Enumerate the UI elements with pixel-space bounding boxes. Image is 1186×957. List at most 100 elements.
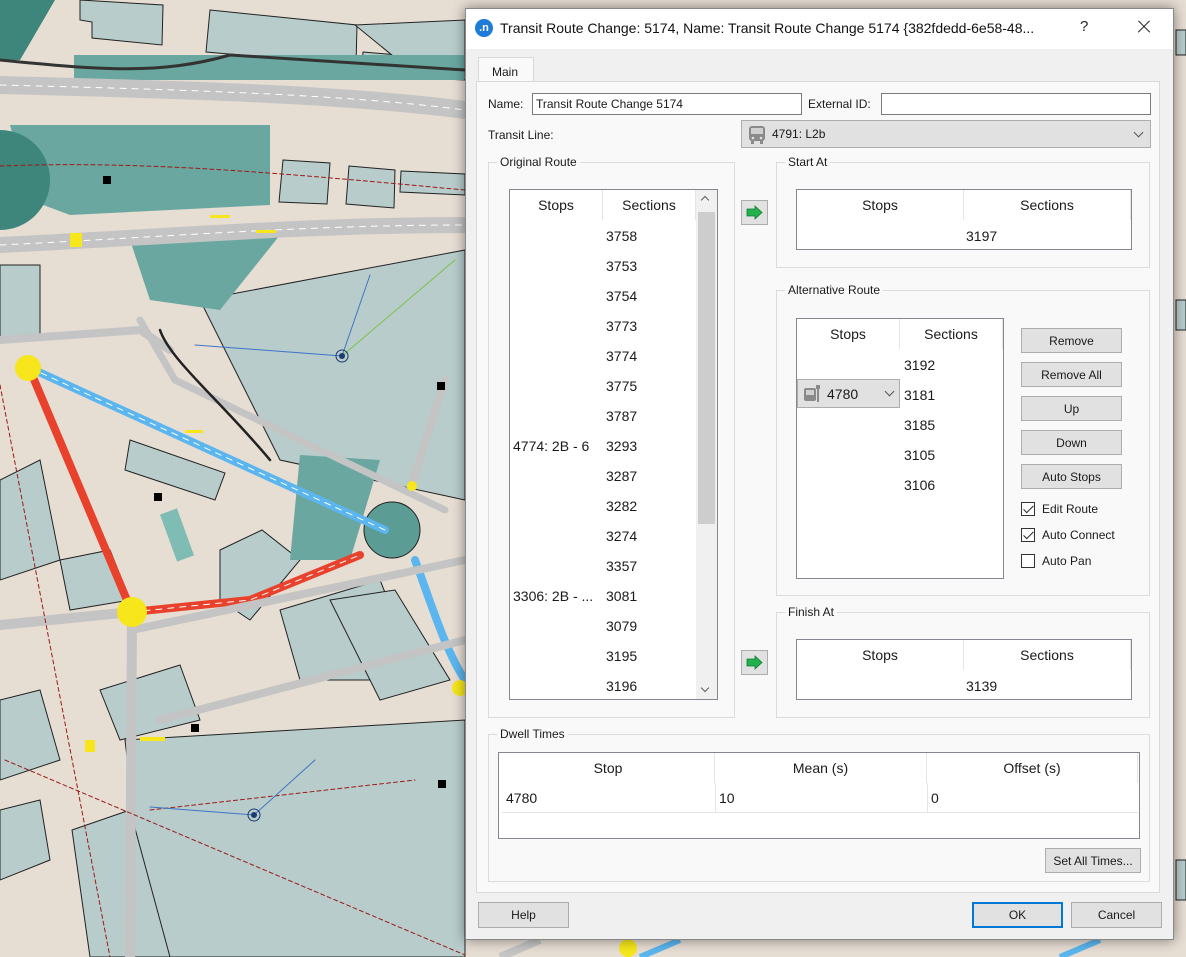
original-route-section-cell[interactable]: 3287	[606, 468, 637, 484]
column-header-mean[interactable]: Mean (s)	[715, 753, 927, 783]
dwell-stop-cell[interactable]: 4780	[506, 790, 537, 806]
original-route-section-cell[interactable]: 3357	[606, 558, 637, 574]
set-all-times-button[interactable]: Set All Times...	[1045, 848, 1141, 873]
finish-at-table[interactable]: Stops Sections 3139	[796, 639, 1132, 700]
transit-line-select[interactable]: 4791: L2b	[741, 120, 1151, 148]
external-id-label: External ID:	[808, 97, 871, 111]
auto-pan-label[interactable]: Auto Pan	[1042, 554, 1091, 568]
up-button[interactable]: Up	[1021, 396, 1122, 421]
finish-at-header: Stops Sections	[797, 640, 1131, 670]
dwell-times-row[interactable]: 4780 10 0	[502, 783, 1138, 813]
green-arrow-right-icon	[746, 205, 763, 220]
main-tab-panel: Name: Transit Route Change 5174 External…	[476, 81, 1160, 893]
tab-main[interactable]: Main	[478, 57, 534, 82]
original-route-table[interactable]: Stops Sections 3758 3753 3754 3773 3774 3775 3…	[509, 189, 718, 700]
column-header-offset[interactable]: Offset (s)	[927, 753, 1138, 783]
original-route-section-cell[interactable]: 3775	[606, 378, 637, 394]
edit-route-label[interactable]: Edit Route	[1042, 502, 1098, 516]
chevron-down-icon	[1133, 127, 1144, 138]
scroll-down-arrow-icon[interactable]	[696, 682, 717, 699]
original-route-section-cell[interactable]: 3787	[606, 408, 637, 424]
scrollbar-thumb[interactable]	[698, 212, 715, 524]
remove-all-button[interactable]: Remove All	[1021, 362, 1122, 387]
alternative-route-table[interactable]: Stops Sections 3192 3181 3185 3105 3106 4780	[796, 318, 1004, 579]
dwell-offset-cell[interactable]: 0	[931, 790, 939, 806]
auto-connect-checkbox[interactable]	[1021, 528, 1035, 542]
dwell-times-table[interactable]: Stop Mean (s) Offset (s) 4780 10 0	[498, 752, 1140, 839]
auto-connect-label[interactable]: Auto Connect	[1042, 528, 1115, 542]
transit-line-label: Transit Line:	[488, 128, 554, 142]
original-route-group: Original Route Stops Sections 3758 3753 37…	[488, 155, 735, 718]
copy-to-finish-button[interactable]	[741, 650, 768, 675]
column-header-sections[interactable]: Sections	[603, 190, 696, 220]
finish-at-group: Finish At Stops Sections 3139	[776, 605, 1150, 718]
ok-button[interactable]: OK	[972, 902, 1063, 928]
original-route-section-cell[interactable]: 3758	[606, 228, 637, 244]
alternative-route-section-cell[interactable]: 3192	[904, 357, 935, 373]
finish-at-section-cell[interactable]: 3139	[966, 678, 997, 694]
stop-select-value: 4780	[827, 386, 859, 402]
start-at-group: Start At Stops Sections 3197	[776, 155, 1150, 268]
external-id-field[interactable]	[881, 93, 1151, 115]
finish-at-title: Finish At	[785, 605, 838, 619]
column-header-stops[interactable]: Stops	[797, 319, 900, 349]
original-route-section-cell[interactable]: 3282	[606, 498, 637, 514]
alternative-route-group: Alternative Route Stops Sections 3192 318…	[776, 283, 1150, 596]
alternative-route-header: Stops Sections	[797, 319, 1003, 349]
start-at-title: Start At	[785, 155, 831, 169]
original-route-stop-cell[interactable]: 4774: 2B - 6	[513, 438, 589, 454]
original-route-section-cell[interactable]: 3195	[606, 648, 637, 664]
help-question-icon[interactable]: ?	[1080, 18, 1088, 35]
help-button[interactable]: Help	[478, 902, 569, 928]
column-header-stops[interactable]: Stops	[797, 190, 964, 220]
original-route-section-cell[interactable]: 3274	[606, 528, 637, 544]
app-logo-icon: .n	[475, 19, 493, 37]
copy-to-start-button[interactable]	[741, 200, 768, 225]
original-route-section-cell[interactable]: 3293	[606, 438, 637, 454]
auto-stops-button[interactable]: Auto Stops	[1021, 464, 1122, 489]
title-bar[interactable]: .n Transit Route Change: 5174, Name: Tra…	[466, 9, 1173, 49]
original-route-section-cell[interactable]: 3754	[606, 288, 637, 304]
original-route-section-cell[interactable]: 3774	[606, 348, 637, 364]
original-route-scrollbar[interactable]	[696, 190, 717, 699]
green-arrow-right-icon	[746, 655, 763, 670]
chevron-down-icon	[884, 386, 895, 397]
start-at-table[interactable]: Stops Sections 3197	[796, 189, 1132, 250]
column-header-sections[interactable]: Sections	[900, 319, 1003, 349]
column-header-stop[interactable]: Stop	[502, 753, 715, 783]
column-header-stops[interactable]: Stops	[510, 190, 603, 220]
edit-route-checkbox[interactable]	[1021, 502, 1035, 516]
stop-select-4780[interactable]: 4780	[797, 379, 900, 408]
bus-icon	[749, 126, 765, 144]
original-route-stop-cell[interactable]: 3306: 2B - ...	[513, 588, 593, 604]
original-route-section-cell[interactable]: 3753	[606, 258, 637, 274]
auto-pan-checkbox[interactable]	[1021, 554, 1035, 568]
column-header-sections[interactable]: Sections	[964, 640, 1131, 670]
original-route-section-cell[interactable]: 3081	[606, 588, 637, 604]
dwell-mean-cell[interactable]: 10	[719, 790, 735, 806]
alternative-route-section-cell[interactable]: 3181	[904, 387, 935, 403]
original-route-section-cell[interactable]: 3773	[606, 318, 637, 334]
start-at-header: Stops Sections	[797, 190, 1131, 220]
original-route-section-cell[interactable]: 3196	[606, 678, 637, 694]
alternative-route-section-cell[interactable]: 3105	[904, 447, 935, 463]
dwell-times-header: Stop Mean (s) Offset (s)	[502, 753, 1139, 783]
alternative-route-section-cell[interactable]: 3106	[904, 477, 935, 493]
bus-stop-icon	[804, 385, 820, 402]
alternative-route-section-cell[interactable]: 3185	[904, 417, 935, 433]
dwell-times-group: Dwell Times Stop Mean (s) Offset (s) 478…	[488, 727, 1150, 882]
close-icon[interactable]	[1132, 15, 1156, 39]
start-at-section-cell[interactable]: 3197	[966, 228, 997, 244]
original-route-title: Original Route	[497, 155, 580, 169]
remove-button[interactable]: Remove	[1021, 328, 1122, 353]
name-field[interactable]: Transit Route Change 5174	[532, 93, 802, 115]
alternative-route-title: Alternative Route	[785, 283, 884, 297]
window-title: Transit Route Change: 5174, Name: Transi…	[500, 20, 1035, 36]
scroll-up-arrow-icon[interactable]	[696, 190, 717, 207]
transit-route-change-dialog: .n Transit Route Change: 5174, Name: Tra…	[465, 8, 1174, 940]
down-button[interactable]: Down	[1021, 430, 1122, 455]
cancel-button[interactable]: Cancel	[1071, 902, 1162, 928]
column-header-sections[interactable]: Sections	[964, 190, 1131, 220]
original-route-section-cell[interactable]: 3079	[606, 618, 637, 634]
column-header-stops[interactable]: Stops	[797, 640, 964, 670]
